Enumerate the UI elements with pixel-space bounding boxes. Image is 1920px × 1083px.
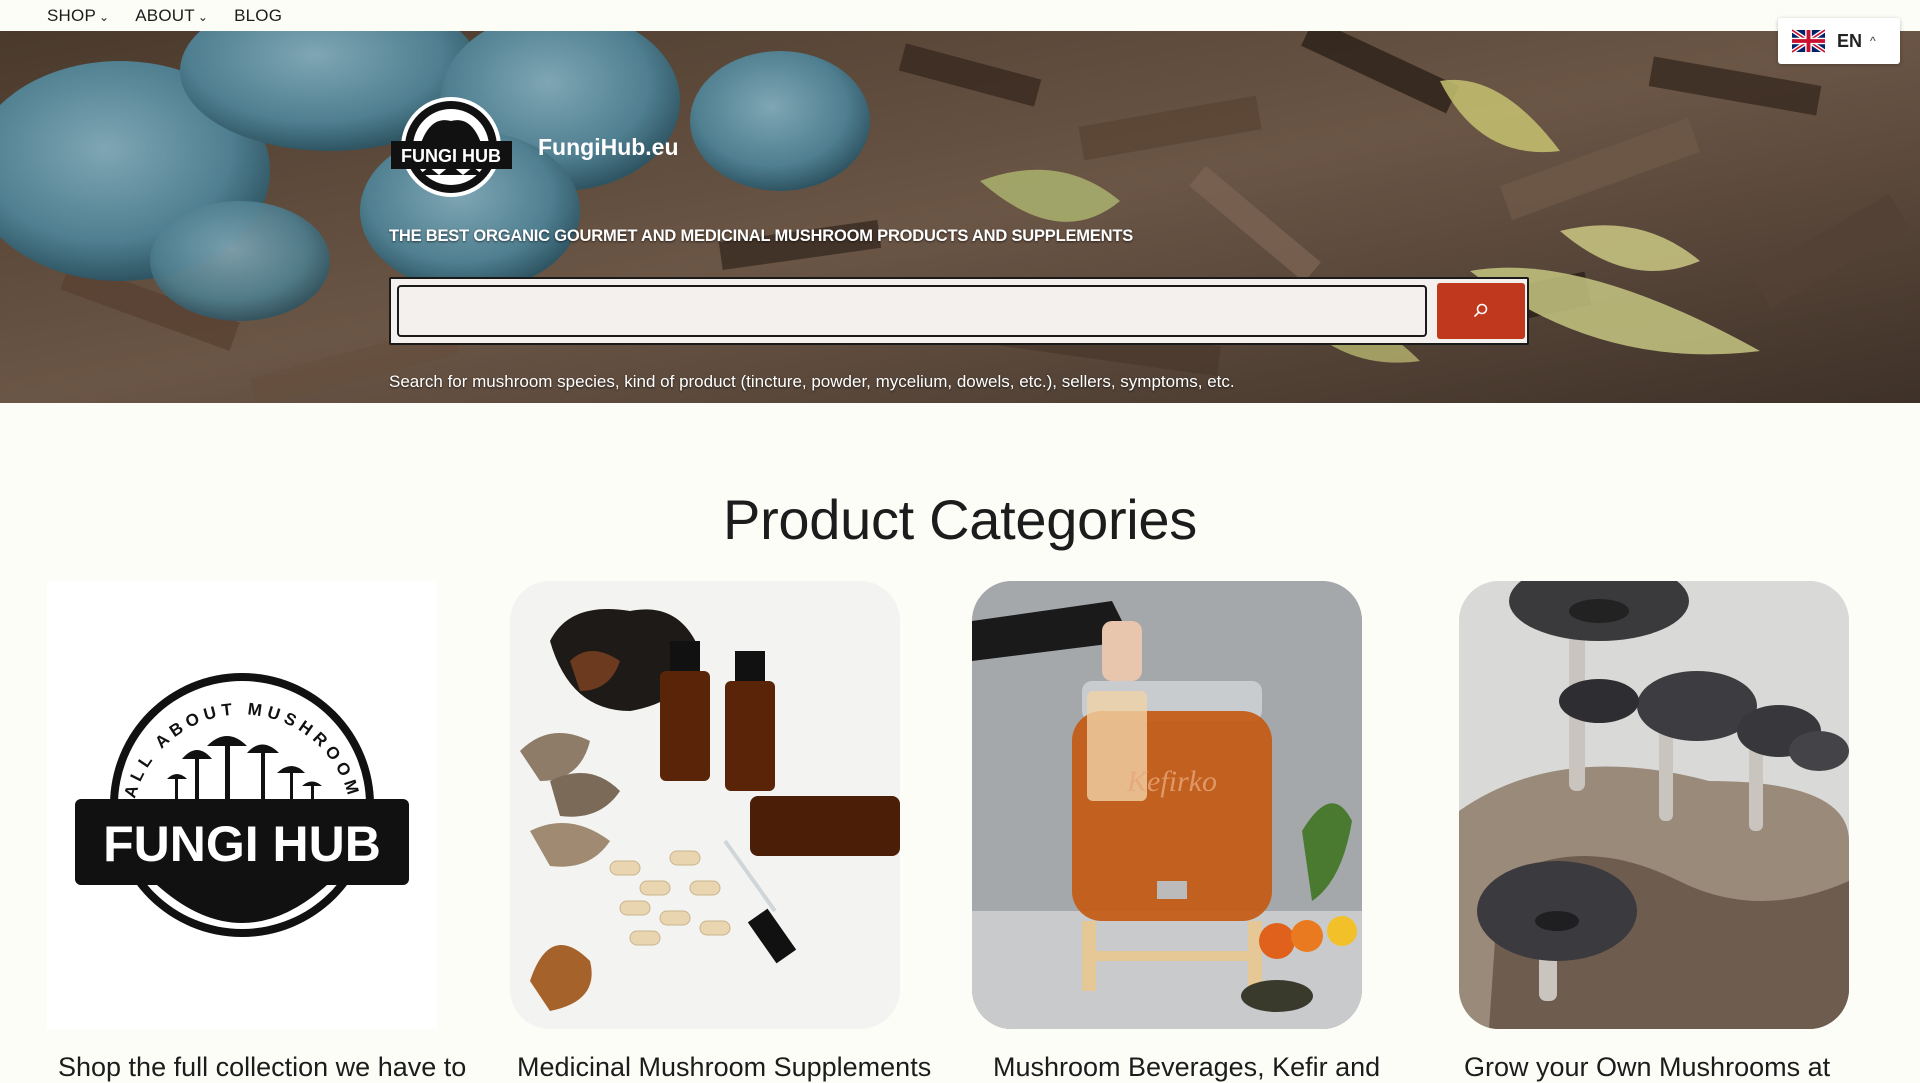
svg-text:Kefirko: Kefirko [1126,765,1217,798]
logo-text: FUNGI HUB [401,146,501,166]
nav-item-shop[interactable]: SHOP ⌄ [47,6,109,26]
category-caption-beverages[interactable]: Mushroom Beverages, Kefir and [993,1052,1380,1083]
category-caption-supplements[interactable]: Medicinal Mushroom Supplements [517,1052,931,1083]
search-input[interactable] [397,285,1427,337]
category-card-grow-kits[interactable] [1459,581,1849,1029]
chevron-up-icon: ^ [1870,34,1876,48]
kefir-dispenser-image: Kefirko [972,581,1362,1029]
language-code: EN [1837,30,1863,51]
nav-item-blog[interactable]: BLOG [234,6,282,26]
nav-item-blog-label: BLOG [234,5,283,25]
fungi-hub-logo[interactable]: FUNGI HUB [389,95,514,199]
search-button[interactable] [1437,283,1525,339]
category-caption-grow-kits[interactable]: Grow your Own Mushrooms at [1464,1052,1830,1083]
category-card-beverages[interactable]: Kefirko [972,581,1362,1029]
language-switcher[interactable]: EN ^ [1778,18,1900,64]
search-help-text: Search for mushroom species, kind of pro… [389,372,1235,391]
category-caption-full-collection[interactable]: Shop the full collection we have to [58,1052,466,1083]
fungi-hub-logo-image: FUNGI HUB ALL ABOUT MUSHROOMS [47,581,409,937]
site-title[interactable]: FungiHub.eu [538,134,679,161]
logo-text-large: FUNGI HUB [103,816,381,872]
supplements-product-image [510,581,900,1029]
category-card-full-collection[interactable]: FUNGI HUB ALL ABOUT MUSHROOMS [47,581,437,1029]
nav-item-about[interactable]: ABOUT ⌄ [135,6,208,26]
nav-item-about-label: ABOUT [135,5,195,25]
chevron-down-icon: ⌄ [197,9,209,24]
category-card-supplements[interactable] [510,581,900,1029]
nav-item-shop-label: SHOP [47,5,96,25]
uk-flag-icon [1792,29,1825,53]
search-icon [1474,303,1488,317]
section-title: Product Categories [723,488,1197,551]
top-navigation: SHOP ⌄ ABOUT ⌄ BLOG [0,0,1920,31]
site-tagline: THE BEST ORGANIC GOURMET AND MEDICINAL M… [389,227,1134,245]
search-form [389,277,1529,345]
hero-background-image [0,31,1920,403]
oyster-mushroom-image [1459,581,1849,1029]
chevron-down-icon: ⌄ [98,9,110,24]
hero-banner: FUNGI HUB FungiHub.eu THE BEST ORGANIC G… [0,31,1920,403]
